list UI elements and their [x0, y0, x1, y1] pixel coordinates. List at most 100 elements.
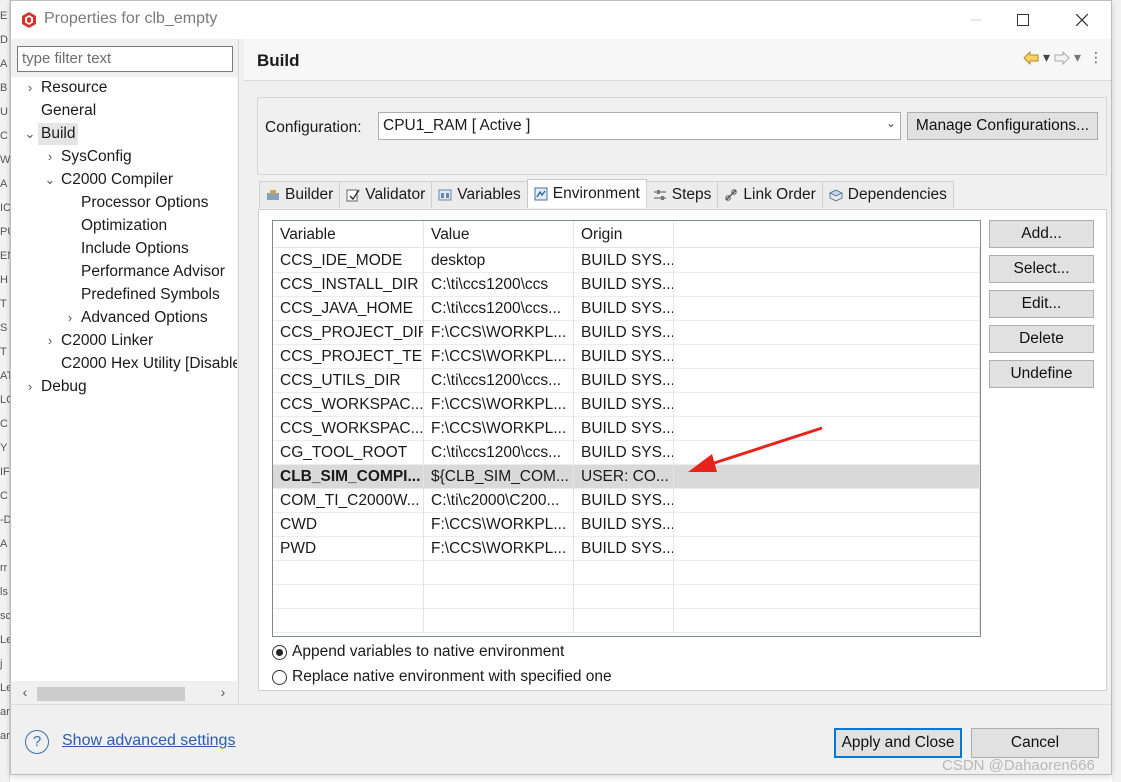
tab-environment[interactable]: Environment: [526, 179, 647, 208]
table-row[interactable]: [273, 609, 980, 633]
configuration-label: Configuration:: [265, 119, 362, 136]
background-text: rr: [0, 562, 8, 574]
title-bar[interactable]: Properties for clb_empty: [11, 1, 1111, 39]
chevron-right-icon[interactable]: ›: [43, 330, 57, 352]
table-row[interactable]: CLB_SIM_COMPI... ${CLB_SIM_COM... USER: CO…: [273, 465, 980, 489]
variable-cell: CCS_IDE_MODE: [273, 249, 424, 273]
table-row[interactable]: CWD F:\CCS\WORKPL... BUILD SYS...: [273, 513, 980, 537]
tab-builder[interactable]: Builder: [259, 181, 341, 208]
tab-steps[interactable]: Steps: [645, 181, 719, 208]
environment-table[interactable]: Variable Value Origin CCS_IDE_MODE deskto…: [272, 220, 981, 637]
scrollbar-thumb[interactable]: [37, 687, 185, 701]
build-page: Build ▾ ▾ ⋮ Configuration: CPU1_RAM [ Ac…: [244, 39, 1111, 704]
filter-input[interactable]: type filter text: [17, 46, 233, 72]
background-text: S: [0, 322, 8, 334]
back-dropdown-icon[interactable]: ▾: [1043, 49, 1050, 66]
tree-item-optimization[interactable]: Optimization: [81, 215, 167, 237]
add-button[interactable]: Add...: [989, 220, 1094, 248]
tree-item-build[interactable]: ⌄ Build: [25, 123, 79, 145]
close-button[interactable]: [1059, 5, 1105, 35]
tree-item-performance-advisor[interactable]: Performance Advisor: [81, 261, 225, 283]
property-tree: › Resource General ⌄ Build › SysConfig ⌄ C20…: [11, 77, 237, 681]
filler-cell: [674, 345, 980, 369]
apply-and-close-button[interactable]: Apply and Close: [834, 728, 962, 758]
tree-horizontal-scrollbar[interactable]: ‹ ›: [11, 683, 237, 703]
tree-item-c2000-hex-utility[interactable]: C2000 Hex Utility [Disabled]: [61, 353, 237, 375]
table-row[interactable]: CCS_IDE_MODE desktop BUILD SYS...: [273, 249, 980, 273]
forward-dropdown-icon[interactable]: ▾: [1074, 49, 1081, 66]
chevron-right-icon[interactable]: ›: [63, 307, 77, 329]
origin-cell: BUILD SYS...: [574, 249, 674, 273]
column-header-origin[interactable]: Origin: [574, 221, 674, 248]
append-variables-option[interactable]: Append variables to native environment: [272, 641, 564, 663]
table-row[interactable]: CCS_INSTALL_DIR C:\ti\ccs1200\ccs BUILD SY…: [273, 273, 980, 297]
tree-item-c2000-linker[interactable]: › C2000 Linker: [48, 330, 153, 352]
background-text: W: [0, 154, 10, 166]
configuration-select[interactable]: CPU1_RAM [ Active ] ⌄: [378, 112, 901, 140]
background-text: B: [0, 82, 8, 94]
value-cell: [424, 585, 574, 609]
table-row[interactable]: CCS_WORKSPAC... F:\CCS\WORKPL... BUILD SYS…: [273, 393, 980, 417]
manage-configurations-button[interactable]: Manage Configurations...: [907, 112, 1098, 140]
value-cell: C:\ti\ccs1200\ccs: [424, 273, 574, 297]
table-row[interactable]: CCS_UTILS_DIR C:\ti\ccs1200\ccs... BUILD S…: [273, 369, 980, 393]
filler-cell: [674, 441, 980, 465]
table-row[interactable]: CCS_PROJECT_DIR F:\CCS\WORKPL... BUILD SYS…: [273, 321, 980, 345]
chevron-right-icon[interactable]: ›: [43, 146, 57, 168]
back-arrow-icon[interactable]: [1023, 50, 1039, 65]
tree-item-c2000-compiler[interactable]: ⌄ C2000 Compiler: [45, 169, 173, 191]
tree-item-predefined-symbols[interactable]: Predefined Symbols: [81, 284, 220, 306]
scroll-left-icon[interactable]: ‹: [17, 684, 33, 702]
tab-dependencies[interactable]: Dependencies: [821, 181, 954, 208]
tab-variables[interactable]: Variables: [431, 181, 528, 208]
tree-item-advanced-options[interactable]: › Advanced Options: [68, 307, 208, 329]
tree-item-general[interactable]: General: [41, 100, 96, 122]
column-header-variable[interactable]: Variable: [273, 221, 424, 248]
tree-item-debug[interactable]: › Debug: [28, 376, 87, 398]
tab-link-order[interactable]: Link Order: [717, 181, 823, 208]
more-menu-icon[interactable]: ⋮: [1089, 49, 1103, 66]
tree-item-include-options[interactable]: Include Options: [81, 238, 189, 260]
background-text: T: [0, 346, 7, 358]
forward-arrow-icon[interactable]: [1054, 50, 1070, 65]
chevron-right-icon[interactable]: ›: [23, 376, 37, 398]
validator-icon: [346, 189, 360, 202]
tree-item-label: Processor Options: [81, 194, 209, 211]
chevron-right-icon[interactable]: ›: [23, 77, 37, 99]
tree-item-label: Build: [41, 125, 76, 142]
replace-environment-radio[interactable]: [272, 669, 287, 685]
tree-item-processor-options[interactable]: Processor Options: [81, 192, 209, 214]
tab-validator[interactable]: Validator: [339, 181, 433, 208]
table-row[interactable]: CG_TOOL_ROOT C:\ti\ccs1200\ccs... BUILD SY…: [273, 441, 980, 465]
question-icon[interactable]: ?: [25, 730, 49, 754]
table-row[interactable]: CCS_PROJECT_TE... F:\CCS\WORKPL... BUILD S…: [273, 345, 980, 369]
tree-item-resource[interactable]: › Resource: [28, 77, 108, 99]
table-row[interactable]: PWD F:\CCS\WORKPL... BUILD SYS...: [273, 537, 980, 561]
table-row[interactable]: [273, 585, 980, 609]
maximize-button[interactable]: [1000, 5, 1046, 35]
table-row[interactable]: COM_TI_C2000W... C:\ti\c2000\C200... BUILD…: [273, 489, 980, 513]
origin-cell: BUILD SYS...: [574, 321, 674, 345]
origin-cell: BUILD SYS...: [574, 513, 674, 537]
chevron-down-icon[interactable]: ⌄: [43, 169, 57, 191]
undefine-button[interactable]: Undefine: [989, 360, 1094, 388]
tree-item-sysconfig[interactable]: › SysConfig: [48, 146, 132, 168]
value-cell: C:\ti\ccs1200\ccs...: [424, 369, 574, 393]
cancel-button[interactable]: Cancel: [971, 728, 1099, 758]
append-variables-radio[interactable]: [272, 644, 287, 660]
table-row[interactable]: [273, 561, 980, 585]
chevron-down-icon[interactable]: ⌄: [23, 123, 37, 145]
delete-button[interactable]: Delete: [989, 325, 1094, 353]
value-cell: F:\CCS\WORKPL...: [424, 321, 574, 345]
table-row[interactable]: CCS_WORKSPAC... F:\CCS\WORKPL... BUILD SYS…: [273, 417, 980, 441]
scroll-right-icon[interactable]: ›: [215, 684, 231, 702]
minimize-button[interactable]: [953, 5, 999, 35]
show-advanced-settings-link[interactable]: Show advanced settings: [62, 732, 235, 750]
select-button[interactable]: Select...: [989, 255, 1094, 283]
edit-button[interactable]: Edit...: [989, 290, 1094, 318]
variable-cell: COM_TI_C2000W...: [273, 489, 424, 513]
replace-environment-option[interactable]: Replace native environment with specifie…: [272, 666, 612, 688]
column-header-value[interactable]: Value: [424, 221, 574, 248]
table-row[interactable]: CCS_JAVA_HOME C:\ti\ccs1200\ccs... BUILD S…: [273, 297, 980, 321]
background-text: Le: [0, 682, 10, 694]
